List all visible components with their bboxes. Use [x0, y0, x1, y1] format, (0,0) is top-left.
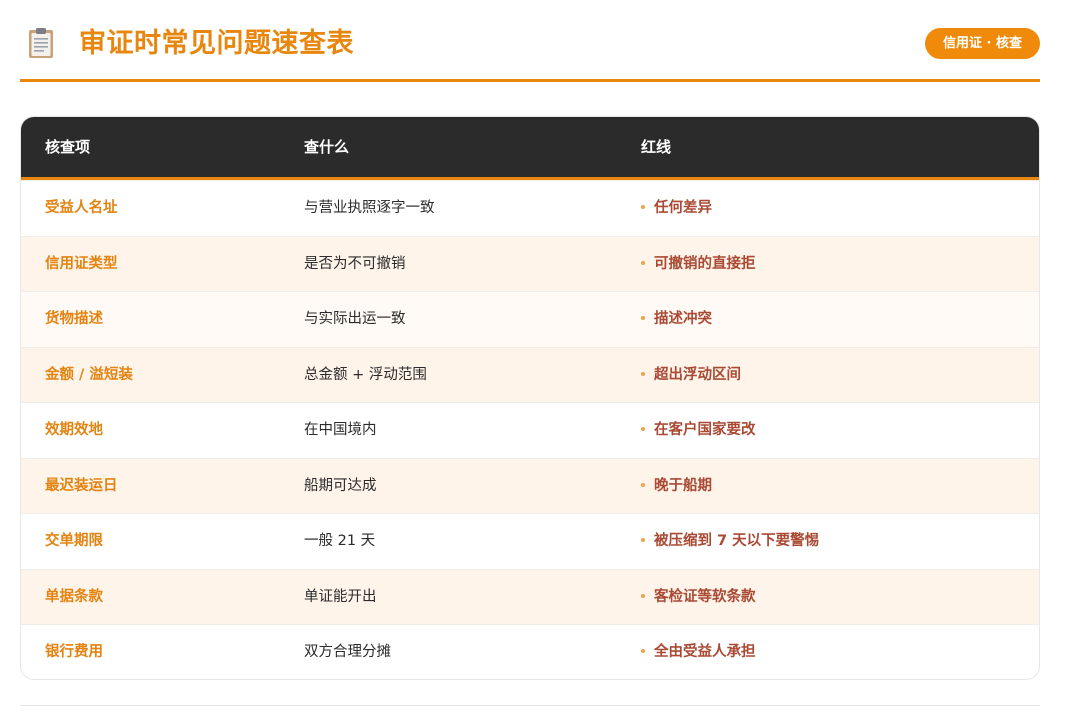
row-redline: 客检证等软条款 [641, 570, 756, 625]
row-redline: 超出浮动区间 [641, 348, 741, 403]
table-row: 货物描述 与实际出运一致 描述冲突 [21, 291, 1039, 347]
row-check: 是否为不可撤销 [304, 255, 406, 272]
row-check: 单证能开出 [304, 588, 377, 605]
row-redline: 描述冲突 [641, 292, 712, 347]
checklist-table: 核查项 查什么 红线 受益人名址 与营业执照逐字一致 任何差异 信用证类型 是否… [20, 116, 1040, 680]
row-check: 与实际出运一致 [304, 311, 406, 327]
clipboard-icon [29, 28, 53, 58]
row-item: 受益人名址 [45, 200, 118, 216]
bullet-icon [641, 260, 645, 265]
redline-text: 任何差异 [654, 200, 712, 216]
bullet-icon [641, 371, 645, 376]
redline-text: 在客户国家要改 [654, 422, 756, 438]
column-header-check: 查什么 [304, 138, 350, 156]
table-row: 信用证类型 是否为不可撤销 可撤销的直接拒 [21, 235, 1039, 292]
redline-text: 超出浮动区间 [654, 366, 741, 383]
row-redline: 任何差异 [641, 181, 712, 236]
table-row: 交单期限 一般 21 天 被压缩到 7 天以下要警惕 [21, 513, 1039, 569]
row-item: 单据条款 [45, 588, 103, 605]
table-row: 受益人名址 与营业执照逐字一致 任何差异 [21, 180, 1039, 236]
row-item: 信用证类型 [45, 255, 118, 272]
row-check: 双方合理分摊 [304, 644, 391, 660]
redline-text: 客检证等软条款 [654, 588, 756, 605]
bullet-icon [641, 593, 645, 598]
redline-text: 可撤销的直接拒 [654, 255, 756, 272]
table-header: 核查项 查什么 红线 [21, 117, 1039, 180]
row-item: 最迟装运日 [45, 477, 118, 494]
redline-text: 晚于船期 [654, 477, 712, 494]
bullet-icon [641, 316, 645, 320]
row-redline: 可撤销的直接拒 [641, 237, 756, 292]
row-item: 金额 / 溢短装 [45, 366, 133, 383]
bullet-icon [641, 649, 645, 653]
row-item: 效期效地 [45, 422, 103, 438]
table-row: 效期效地 在中国境内 在客户国家要改 [21, 402, 1039, 458]
row-redline: 被压缩到 7 天以下要警惕 [641, 514, 819, 569]
row-redline: 晚于船期 [641, 459, 712, 514]
bullet-icon [641, 427, 645, 431]
row-check: 一般 21 天 [304, 533, 376, 549]
redline-text: 描述冲突 [654, 311, 712, 327]
column-header-item: 核查项 [45, 138, 91, 156]
redline-text: 全由受益人承担 [654, 644, 756, 660]
column-header-redline: 红线 [641, 138, 672, 156]
table-row: 银行费用 双方合理分摊 全由受益人承担 [21, 624, 1039, 679]
category-badge: 信用证 · 核查 [925, 28, 1040, 59]
row-item: 银行费用 [45, 644, 103, 660]
row-redline: 全由受益人承担 [641, 625, 756, 679]
bullet-icon [641, 205, 645, 209]
row-item: 交单期限 [45, 533, 103, 549]
divider [20, 705, 1040, 706]
page-header: 审证时常见问题速查表 信用证 · 核查 [20, 20, 1040, 82]
row-check: 与营业执照逐字一致 [304, 200, 435, 216]
table-row: 最迟装运日 船期可达成 晚于船期 [21, 457, 1039, 514]
page-title: 审证时常见问题速查表 [79, 28, 354, 59]
bullet-icon [641, 538, 645, 542]
table-row: 单据条款 单证能开出 客检证等软条款 [21, 568, 1039, 625]
row-item: 货物描述 [45, 311, 103, 327]
row-redline: 在客户国家要改 [641, 403, 756, 458]
row-check: 在中国境内 [304, 422, 377, 438]
table-row: 金额 / 溢短装 总金额 + 浮动范围 超出浮动区间 [21, 346, 1039, 403]
redline-text: 被压缩到 7 天以下要警惕 [654, 533, 820, 549]
bullet-icon [641, 482, 645, 487]
row-check: 总金额 + 浮动范围 [304, 366, 427, 383]
row-check: 船期可达成 [304, 477, 377, 494]
